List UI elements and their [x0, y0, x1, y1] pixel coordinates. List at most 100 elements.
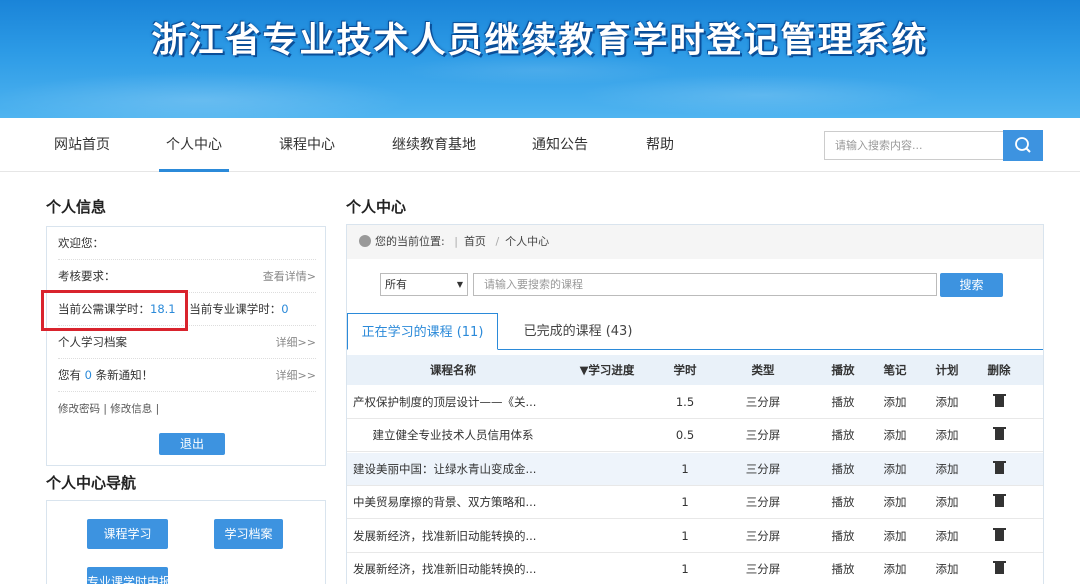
add-plan-link[interactable]: 添加 [919, 520, 975, 553]
pro-hours-label: 当前专业课学时： [189, 302, 282, 316]
delete-button[interactable] [971, 419, 1027, 452]
play-link[interactable]: 播放 [813, 386, 873, 419]
trash-icon [992, 494, 1006, 508]
highlight-annotation-box [41, 290, 188, 331]
course-study-button[interactable]: 课程学习 [87, 519, 168, 549]
pro-hours-apply-button[interactable]: 专业课学时申报 [87, 567, 168, 584]
col-progress[interactable]: ▼学习进度 [563, 355, 651, 385]
delete-button[interactable] [971, 453, 1027, 486]
col-delete: 删除 [987, 363, 1011, 377]
change-password-link[interactable]: 修改密码 [58, 403, 100, 415]
add-note-link[interactable]: 添加 [867, 386, 923, 419]
play-link[interactable]: 播放 [813, 486, 873, 519]
breadcrumb-current: 个人中心 [505, 235, 550, 248]
nav-item-course-center[interactable]: 课程中心 [279, 118, 335, 172]
delete-button[interactable] [971, 520, 1027, 553]
trash-icon [992, 427, 1006, 441]
add-plan-link[interactable]: 添加 [919, 486, 975, 519]
course-hours: 1 [681, 562, 689, 576]
add-plan-link[interactable]: 添加 [919, 553, 975, 584]
course-name[interactable]: 发展新经济，找准新旧动能转换的... [353, 553, 553, 584]
personal-center-title: 个人中心 [346, 198, 407, 216]
col-note: 笔记 [883, 363, 907, 377]
course-hours: 1 [681, 495, 689, 510]
course-hours: 1 [681, 461, 689, 476]
play-link[interactable]: 播放 [813, 419, 873, 452]
course-name[interactable]: 产权保护制度的顶层设计——《关... [353, 386, 553, 419]
course-type: 三分屏 [745, 461, 781, 476]
notice-suffix: 条新通知！ [95, 368, 154, 382]
account-links: 修改密码 | 修改信息 | [58, 403, 160, 415]
add-plan-link[interactable]: 添加 [919, 453, 975, 486]
table-row: 中美贸易摩擦的背景、双方策略和...0.0%1三分屏播放添加添加 [347, 486, 1043, 520]
col-play: 播放 [831, 363, 855, 377]
notice-detail-link[interactable]: 详细>> [276, 359, 316, 392]
nav-item-education-base[interactable]: 继续教育基地 [392, 118, 476, 172]
play-link[interactable]: 播放 [813, 453, 873, 486]
table-header: 课程名称 ▼学习进度 学时 类型 播放 笔记 计划 删除 [347, 355, 1043, 385]
tab-learning[interactable]: 正在学习的课程 (11) [347, 313, 498, 350]
table-row: 发展新经济，找准新旧动能转换的...0.0%1三分屏播放添加添加 [347, 553, 1043, 584]
archive-label: 个人学习档案 [58, 335, 127, 349]
course-filter-select[interactable]: 所有 ▼ [380, 273, 468, 296]
add-note-link[interactable]: 添加 [867, 486, 923, 519]
add-note-link[interactable]: 添加 [867, 419, 923, 452]
play-link[interactable]: 播放 [813, 553, 873, 584]
header-banner: 浙江省专业技术人员继续教育学时登记管理系统 [0, 0, 1080, 118]
course-search-input[interactable]: 请输入要搜索的课程 [473, 273, 937, 296]
trash-icon [992, 561, 1006, 574]
add-note-link[interactable]: 添加 [867, 453, 923, 486]
requirement-row: 考核要求： 查看详情> [58, 260, 316, 293]
delete-button[interactable] [971, 386, 1027, 419]
breadcrumb-home[interactable]: 首页 [464, 235, 486, 248]
delete-button[interactable] [971, 486, 1027, 519]
pro-hours-value: 0 [281, 302, 289, 316]
add-note-link[interactable]: 添加 [867, 553, 923, 584]
play-link[interactable]: 播放 [813, 520, 873, 553]
gear-icon [359, 235, 371, 247]
course-name[interactable]: 发展新经济，找准新旧动能转换的... [353, 520, 553, 553]
course-type: 三分屏 [745, 528, 781, 543]
delete-button[interactable] [971, 553, 1027, 584]
course-name[interactable]: 建设美丽中国：让绿水青山变成金... [353, 453, 553, 486]
welcome-label: 欢迎您： [58, 236, 104, 250]
personal-info-title: 个人信息 [46, 198, 107, 216]
course-type: 三分屏 [745, 562, 781, 576]
requirement-label: 考核要求： [58, 269, 116, 283]
site-search-input[interactable]: 请输入搜索内容... [824, 131, 1004, 160]
col-course-name: 课程名称 [430, 363, 476, 377]
course-filter-value: 所有 [385, 278, 407, 291]
trash-icon [992, 394, 1006, 407]
change-info-link[interactable]: 修改信息 [110, 403, 152, 415]
logout-button[interactable]: 退出 [159, 433, 225, 455]
add-plan-link[interactable]: 添加 [919, 419, 975, 452]
requirement-detail-link[interactable]: 查看详情> [263, 260, 316, 293]
table-row: 发展新经济，找准新旧动能转换的...0.0%1三分屏播放添加添加 [347, 520, 1043, 553]
trash-icon [992, 460, 1006, 474]
col-type: 类型 [751, 363, 775, 377]
main-navbar: 网站首页 个人中心 课程中心 继续教育基地 通知公告 帮助 请输入搜索内容... [0, 118, 1080, 172]
breadcrumb: 您的当前位置: | 首页 / 个人中心 [347, 225, 1043, 259]
course-search-button[interactable]: 搜索 [940, 273, 1003, 297]
site-search-button[interactable] [1003, 130, 1043, 161]
add-plan-link[interactable]: 添加 [919, 386, 975, 419]
nav-item-personal-center[interactable]: 个人中心 [159, 118, 229, 172]
notice-row: 您有 0 条新通知！ 详细>> [58, 359, 316, 392]
course-type: 三分屏 [745, 495, 781, 510]
archive-detail-link[interactable]: 详细>> [276, 326, 316, 359]
nav-item-help[interactable]: 帮助 [645, 118, 675, 172]
course-name[interactable]: 中美贸易摩擦的背景、双方策略和... [353, 486, 553, 519]
nav-item-notices[interactable]: 通知公告 [532, 118, 588, 172]
nav-item-home[interactable]: 网站首页 [54, 118, 110, 172]
course-name[interactable]: 建立健全专业技术人员信用体系 [353, 419, 553, 452]
tab-completed[interactable]: 已完成的课程 (43) [508, 313, 648, 350]
notice-prefix: 您有 [58, 368, 81, 382]
course-type: 三分屏 [745, 428, 781, 443]
study-archive-button[interactable]: 学习档案 [214, 519, 283, 549]
add-note-link[interactable]: 添加 [867, 520, 923, 553]
trash-icon [992, 527, 1006, 541]
breadcrumb-prefix: 您的当前位置: [375, 235, 445, 248]
personal-info-panel: 欢迎您： 考核要求： 查看详情> 当前公需课学时：18.1 当前专业课学时：0 … [46, 226, 326, 466]
personal-center-panel: 您的当前位置: | 首页 / 个人中心 所有 ▼ 请输入要搜索的课程 搜索 正在学习… [346, 224, 1044, 584]
personal-nav-panel: 课程学习 学习档案 专业课学时申报 [46, 500, 326, 584]
